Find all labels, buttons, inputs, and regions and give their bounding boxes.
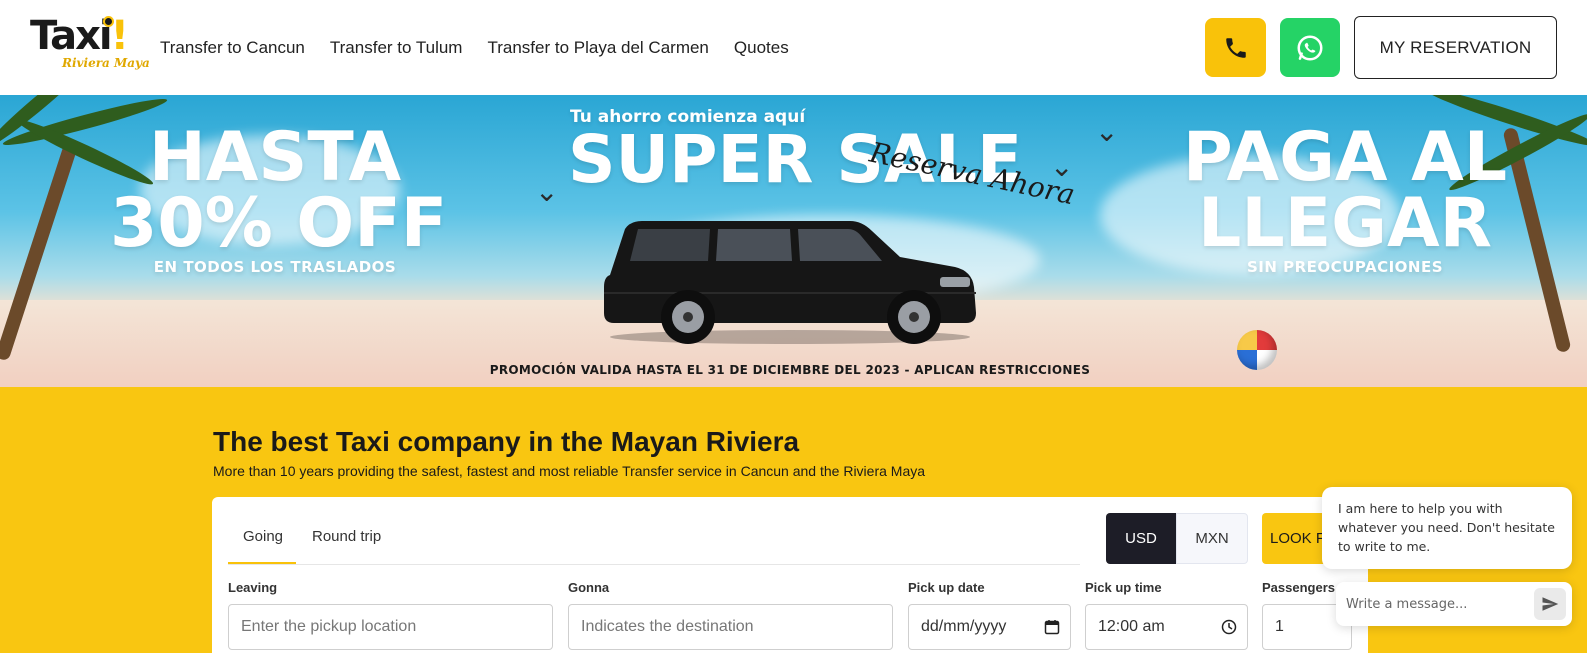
clock-icon[interactable]: [1221, 619, 1237, 635]
banner-left-subtitle: EN TODOS LOS TRASLADOS: [153, 258, 397, 276]
tabs-divider: [228, 564, 1080, 565]
beach-ball-icon: [1237, 330, 1277, 370]
site-header: Taxi! Riviera Maya Transfer to Cancun Tr…: [0, 0, 1587, 95]
pickup-date-label: Pick up date: [908, 580, 985, 595]
nav-transfer-tulum[interactable]: Transfer to Tulum: [330, 37, 463, 59]
logo-pin-icon: [103, 16, 114, 27]
chat-message-bubble: I am here to help you with whatever you …: [1322, 487, 1572, 569]
calendar-icon[interactable]: [1044, 619, 1060, 635]
banner-left-title: HASTA 30% OFF: [110, 118, 448, 263]
bird-icon: ⌄: [1095, 115, 1119, 148]
call-button[interactable]: [1205, 18, 1266, 77]
main-nav: Transfer to Cancun Transfer to Tulum Tra…: [160, 37, 814, 59]
whatsapp-icon: [1297, 35, 1323, 60]
nav-quotes[interactable]: Quotes: [734, 37, 789, 59]
nav-transfer-cancun[interactable]: Transfer to Cancun: [160, 37, 305, 59]
bird-icon: ⌄: [535, 175, 559, 208]
pickup-time-input[interactable]: 12:00 am: [1085, 604, 1248, 650]
nav-transfer-playa[interactable]: Transfer to Playa del Carmen: [487, 37, 708, 59]
pickup-date-input[interactable]: dd/mm/yyyy: [908, 604, 1071, 650]
passengers-label: Passengers: [1262, 580, 1335, 595]
chat-input[interactable]: Write a message...: [1336, 582, 1572, 626]
page-subtitle: More than 10 years providing the safest,…: [213, 463, 926, 479]
chat-input-placeholder: Write a message...: [1346, 596, 1468, 612]
tab-going[interactable]: Going: [243, 528, 283, 545]
logo[interactable]: Taxi! Riviera Maya: [30, 14, 150, 76]
bird-icon: ⌄: [1050, 150, 1074, 183]
chat-send-button[interactable]: [1534, 588, 1566, 620]
leaving-label: Leaving: [228, 580, 278, 595]
active-tab-indicator: [228, 562, 296, 564]
pickup-time-label: Pick up time: [1085, 580, 1162, 595]
logo-subtitle: Riviera Maya: [62, 56, 150, 70]
promo-banner[interactable]: HASTA 30% OFF EN TODOS LOS TRASLADOS Tu …: [0, 95, 1587, 387]
currency-mxn-button[interactable]: MXN: [1176, 513, 1248, 564]
gonna-label: Gonna: [568, 580, 610, 595]
banner-right-title: PAGA AL LLEGAR: [1182, 118, 1508, 263]
page-title: The best Taxi company in the Mayan Rivie…: [213, 426, 800, 457]
tab-round-trip[interactable]: Round trip: [312, 528, 381, 545]
banner-right-subtitle: SIN PREOCUPACIONES: [1246, 258, 1444, 276]
leaving-input[interactable]: Enter the pickup location: [228, 604, 553, 650]
suv-image: [604, 221, 976, 344]
destination-input[interactable]: Indicates the destination: [568, 604, 893, 650]
phone-icon: [1225, 37, 1246, 58]
send-icon: [1542, 597, 1559, 611]
banner-promo-text: PROMOCIÓN VALIDA HASTA EL 31 DE DICIEMBR…: [489, 363, 1091, 377]
currency-usd-button[interactable]: USD: [1106, 513, 1176, 564]
my-reservation-button[interactable]: MY RESERVATION: [1354, 16, 1557, 79]
whatsapp-button[interactable]: [1280, 18, 1340, 77]
pickup-date-value: dd/mm/yyyy: [921, 618, 1007, 635]
pickup-time-value: 12:00 am: [1098, 618, 1165, 635]
